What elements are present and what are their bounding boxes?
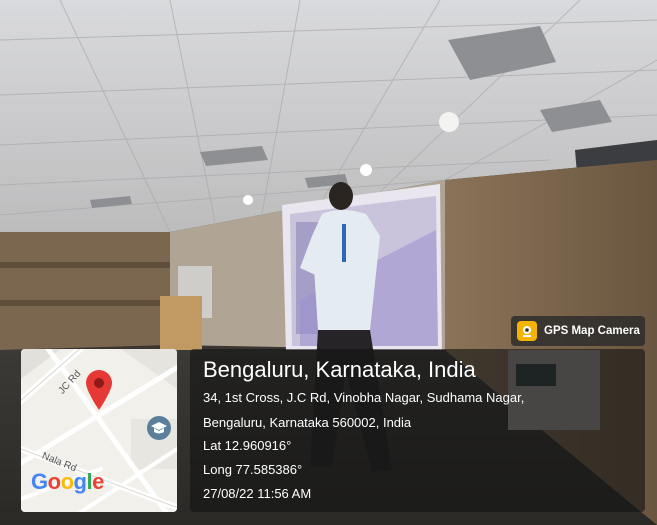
address-line-1: 34, 1st Cross, J.C Rd, Vinobha Nagar, Su…	[203, 390, 525, 405]
google-logo: Google	[31, 469, 104, 494]
school-icon	[147, 416, 171, 440]
location-title: Bengaluru, Karnataka, India	[203, 357, 476, 382]
datetime-text: 27/08/22 11:56 AM	[203, 486, 312, 501]
location-map-thumbnail: JC Rd Nala Rd Google	[21, 349, 177, 512]
longitude-text: Long 77.585386°	[203, 462, 303, 477]
camera-pin-icon	[517, 321, 537, 341]
address-line-2: Bengaluru, Karnataka 560002, India	[203, 415, 412, 430]
location-marker-icon	[86, 370, 112, 410]
location-info-panel: Bengaluru, Karnataka, India 34, 1st Cros…	[190, 349, 645, 512]
gps-map-camera-badge: GPS Map Camera	[511, 316, 645, 346]
badge-label: GPS Map Camera	[544, 325, 640, 337]
latitude-text: Lat 12.960916°	[203, 438, 292, 453]
